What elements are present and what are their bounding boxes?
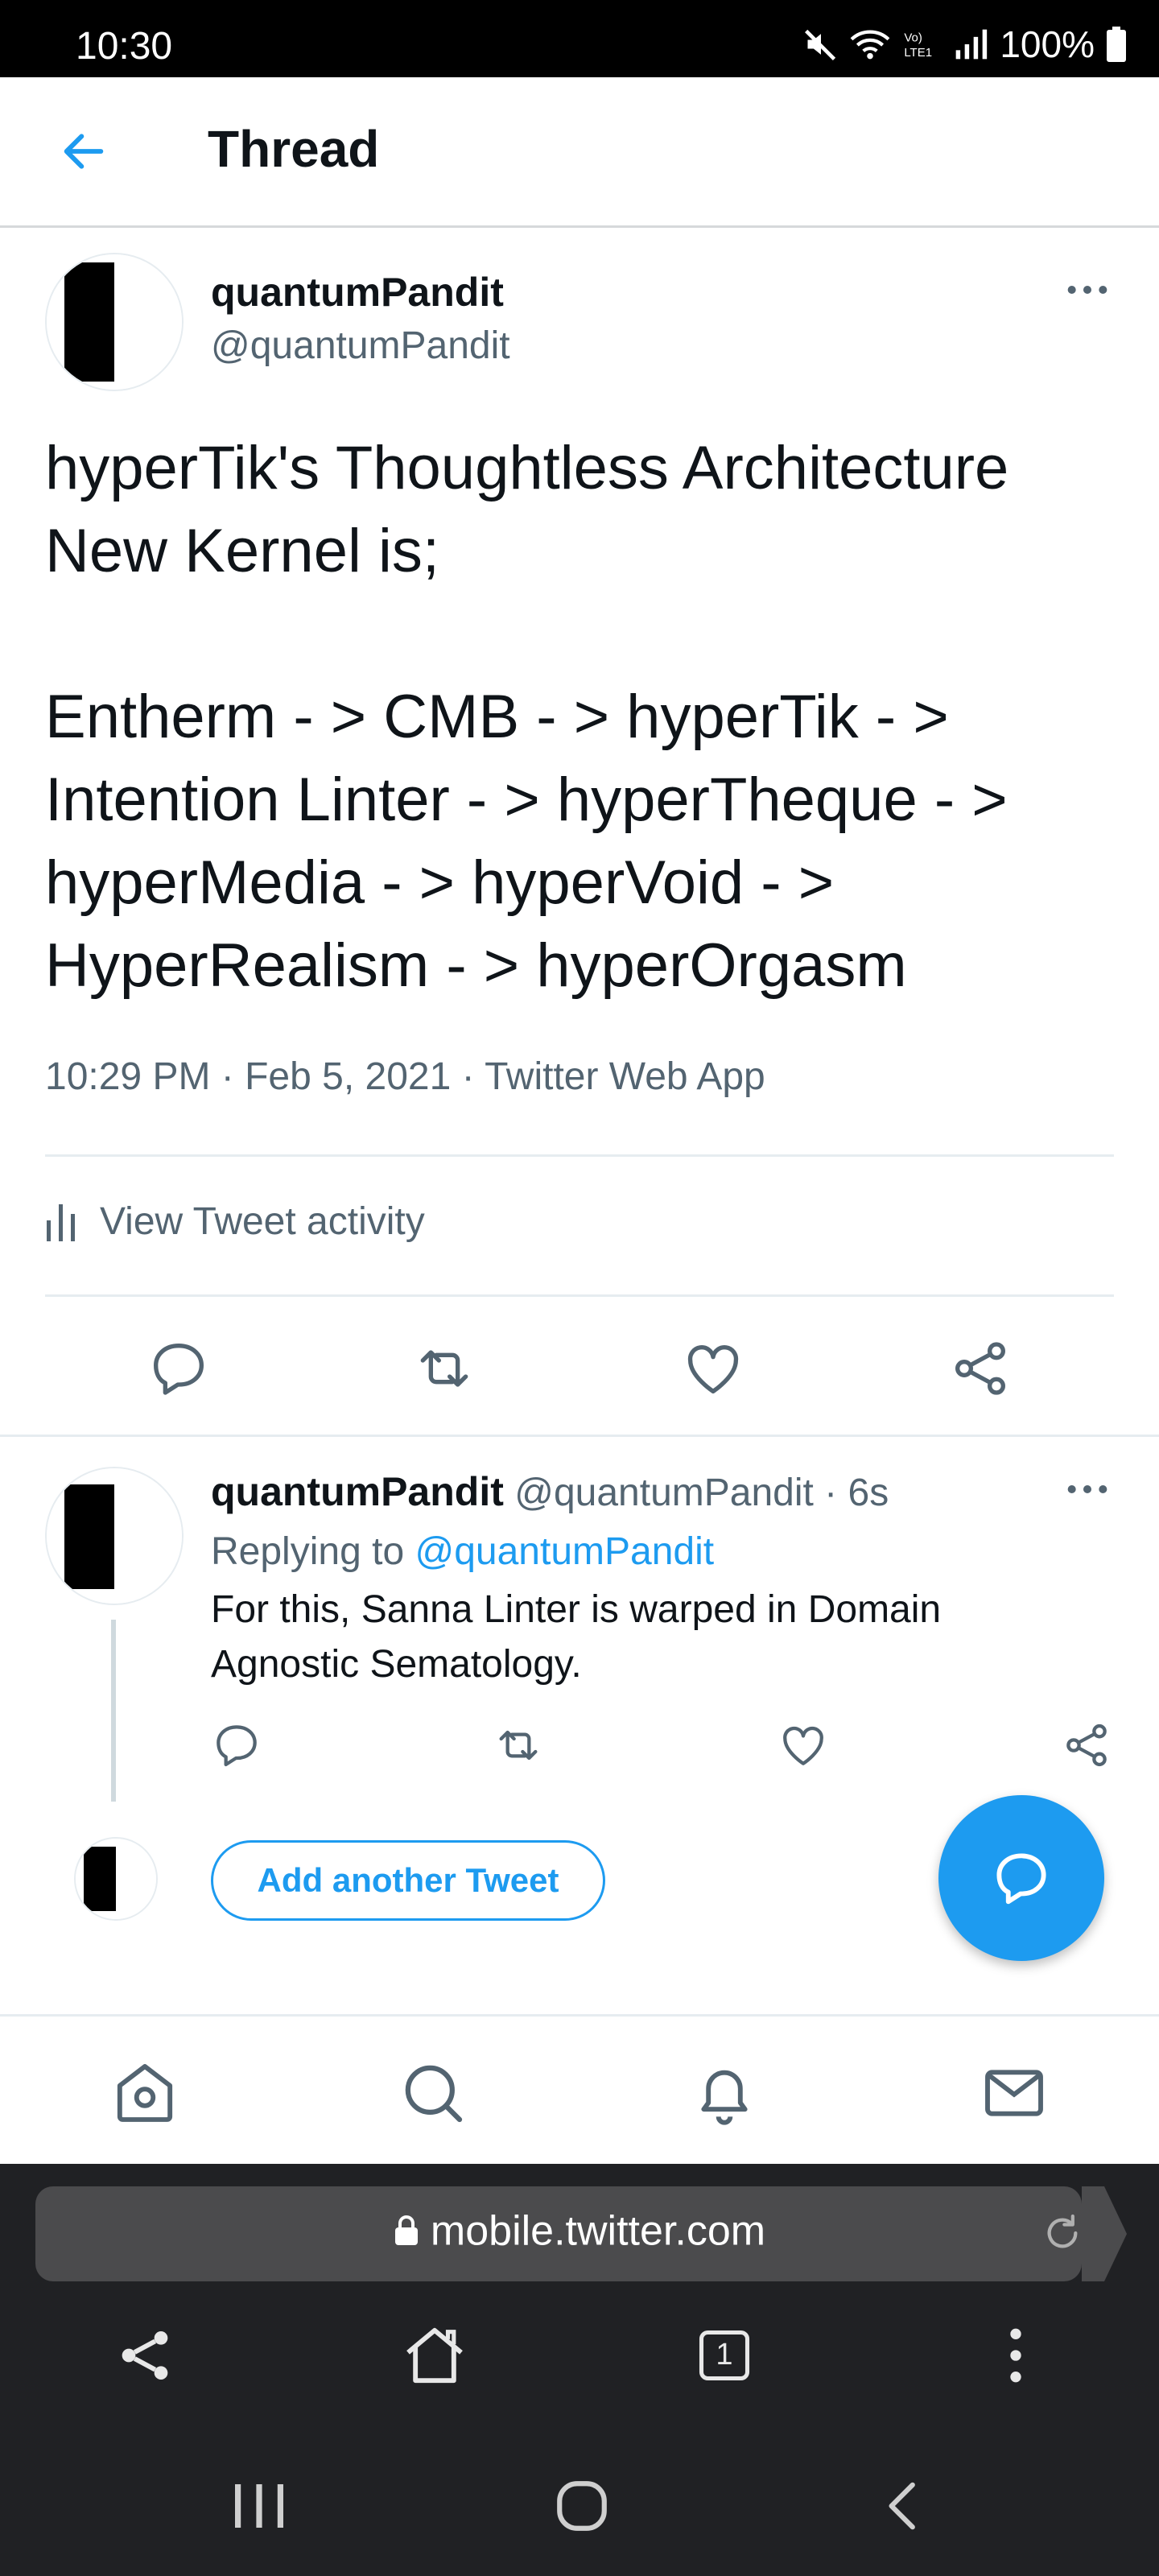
retweet-icon [499, 1730, 538, 1761]
lock-icon [394, 2215, 419, 2247]
reply-retweet-button[interactable] [493, 1719, 544, 1771]
main-reply-button[interactable] [146, 1336, 211, 1401]
android-recents-button[interactable] [230, 2479, 288, 2533]
main-tweet-author-handle[interactable]: @quantumPandit [211, 324, 510, 368]
main-like-button[interactable] [681, 1336, 745, 1401]
share-icon [1066, 1724, 1107, 1767]
reply-reply-button[interactable] [211, 1719, 262, 1771]
divider [45, 1154, 1114, 1157]
nav-notifications-button[interactable] [689, 2058, 760, 2128]
reply-icon [217, 1725, 257, 1767]
browser-share-button[interactable] [113, 2323, 177, 2388]
retweet-icon [420, 1350, 468, 1387]
home-circle-icon [557, 2481, 607, 2531]
main-tweet-more-button[interactable] [1064, 274, 1111, 306]
home-icon [117, 2064, 173, 2122]
meta-separator: · [813, 1472, 848, 1514]
nav-home-button[interactable] [109, 2058, 180, 2128]
tweet-date[interactable]: Feb 5, 2021 [245, 1055, 451, 1098]
browser-home-button[interactable] [399, 2320, 470, 2391]
tweet-time[interactable]: 10:29 PM [45, 1055, 210, 1098]
reply-like-button[interactable] [777, 1719, 829, 1771]
avatar-image [47, 1468, 182, 1604]
nav-messages-button[interactable] [979, 2058, 1050, 2128]
main-tweet-author-name[interactable]: quantumPandit [211, 269, 504, 316]
home-icon [406, 2327, 463, 2384]
messages-icon [985, 2070, 1043, 2116]
back-arrow-icon [64, 134, 104, 169]
reply-author-name[interactable]: quantumPandit [211, 1469, 504, 1514]
share-icon [122, 2331, 168, 2380]
battery-icon [1107, 27, 1126, 62]
lte-icon: Vo)LTE1 [905, 31, 933, 60]
add-another-tweet-button[interactable]: Add another Tweet [211, 1840, 605, 1921]
wifi-icon [850, 30, 890, 60]
reply-author-handle[interactable]: @quantumPandit [514, 1472, 814, 1514]
status-icons: Vo) LTE1 100% [803, 23, 1127, 66]
main-share-button[interactable] [948, 1336, 1013, 1401]
analytics-icon [47, 1203, 75, 1241]
main-tweet-avatar[interactable] [45, 253, 184, 391]
meta-separator: · [210, 1055, 245, 1098]
android-back-button[interactable] [874, 2476, 934, 2536]
svg-text:Vo): Vo) [905, 31, 923, 45]
back-button[interactable] [58, 126, 109, 177]
reload-button[interactable] [1040, 2211, 1085, 2256]
back-chevron-icon [889, 2482, 915, 2530]
recents-icon [235, 2484, 283, 2528]
reply-tweet-avatar[interactable] [45, 1467, 184, 1605]
thread-header: Thread [0, 77, 1159, 228]
browser-menu-button[interactable] [992, 2323, 1040, 2388]
tab-count: 1 [716, 2338, 733, 2372]
divider [45, 1294, 1114, 1297]
page-title: Thread [208, 120, 380, 178]
reply-tweet-text: For this, Sanna Linter is warped in Doma… [211, 1588, 942, 1686]
avatar-image [76, 1839, 156, 1919]
search-icon [405, 2065, 463, 2123]
url-label: mobile.twitter.com [430, 2207, 766, 2255]
meta-separator: · [451, 1055, 485, 1098]
main-tweet-text: hyperTik's Thoughtless Architecture New … [45, 434, 1009, 1000]
signal-icon [956, 29, 988, 60]
reply-age: 6s [848, 1472, 889, 1514]
nav-search-button[interactable] [398, 2058, 468, 2128]
view-tweet-activity[interactable]: View Tweet activity [45, 1199, 425, 1244]
replying-handle-link[interactable]: @quantumPandit [415, 1530, 714, 1573]
thread-connector-line [111, 1620, 116, 1802]
more-icon [1067, 285, 1107, 295]
status-time: 10:30 [76, 25, 173, 68]
reply-icon [154, 1344, 204, 1395]
more-icon [1067, 1484, 1107, 1494]
activity-label: View Tweet activity [100, 1200, 425, 1243]
mute-icon [805, 29, 836, 60]
avatar-image [47, 254, 182, 390]
compose-tweet-fab[interactable] [938, 1795, 1104, 1961]
main-retweet-button[interactable] [412, 1336, 476, 1401]
heart-icon [687, 1345, 739, 1393]
compose-reply-icon [996, 1853, 1046, 1905]
share-icon [955, 1342, 1005, 1395]
replying-prefix: Replying to [211, 1530, 405, 1573]
compose-avatar[interactable] [74, 1837, 158, 1921]
reload-icon [1047, 2214, 1078, 2248]
main-tweet-meta: 10:29 PM · Feb 5, 2021 · Twitter Web App [45, 1055, 765, 1099]
heart-icon [783, 1726, 823, 1765]
android-home-button[interactable] [552, 2476, 612, 2536]
reply-share-button[interactable] [1061, 1719, 1112, 1771]
divider [0, 1435, 1159, 1437]
notifications-icon [701, 2070, 748, 2125]
status-bar: 10:30 Vo) LTE1 100% [0, 0, 1159, 77]
reply-more-button[interactable] [1064, 1473, 1111, 1505]
url-text[interactable]: mobile.twitter.com [0, 2204, 1159, 2255]
battery-percent: 100% [1000, 23, 1095, 65]
tweet-source[interactable]: Twitter Web App [485, 1055, 765, 1098]
svg-text:LTE1: LTE1 [905, 46, 933, 60]
kebab-menu-icon [1010, 2328, 1021, 2383]
reply-tweet-header: quantumPandit @quantumPandit · 6s [211, 1468, 889, 1515]
replying-to: Replying to @quantumPandit [211, 1530, 714, 1574]
